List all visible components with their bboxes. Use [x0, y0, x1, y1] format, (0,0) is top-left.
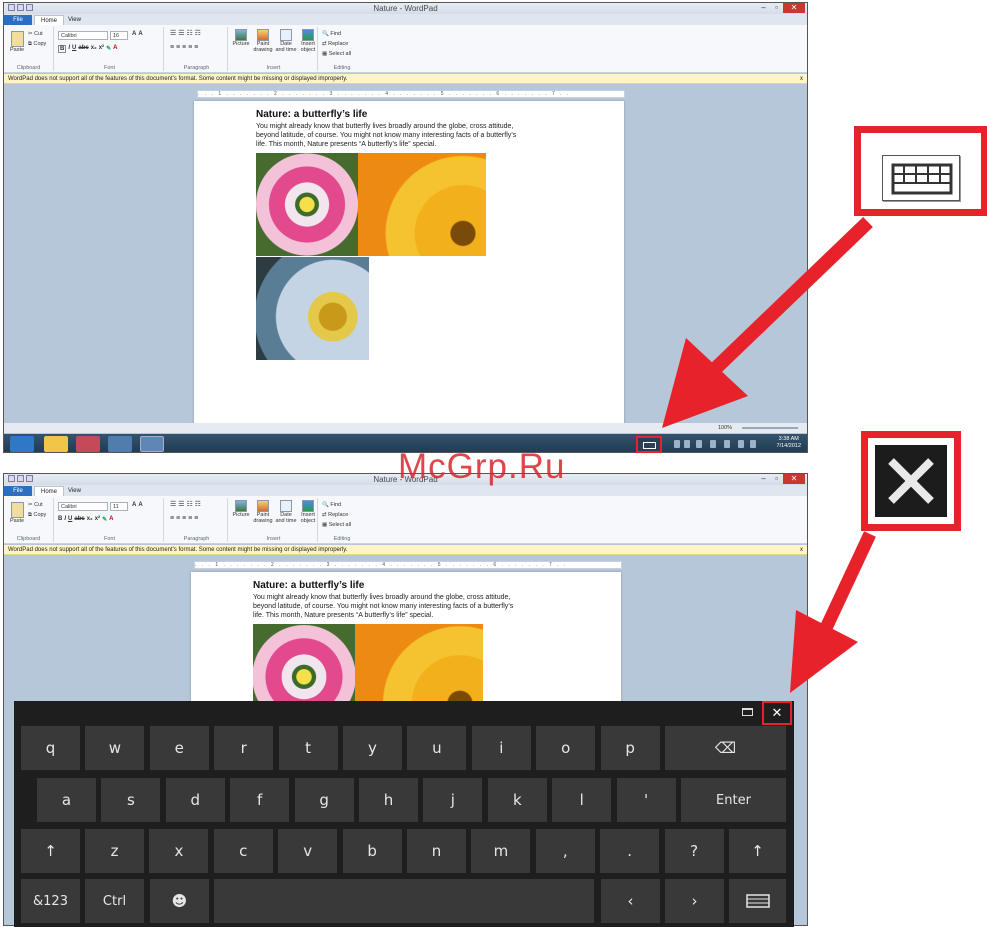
close-icon	[875, 445, 947, 517]
watermark: McGrp.Ru	[398, 447, 566, 486]
arrow-to-keyboard-tray	[662, 216, 873, 428]
arrow-to-keyboard-close	[790, 531, 876, 693]
close-icon-callout	[861, 431, 961, 531]
keyboard-icon-callout	[854, 126, 987, 216]
keyboard-icon	[882, 155, 960, 201]
